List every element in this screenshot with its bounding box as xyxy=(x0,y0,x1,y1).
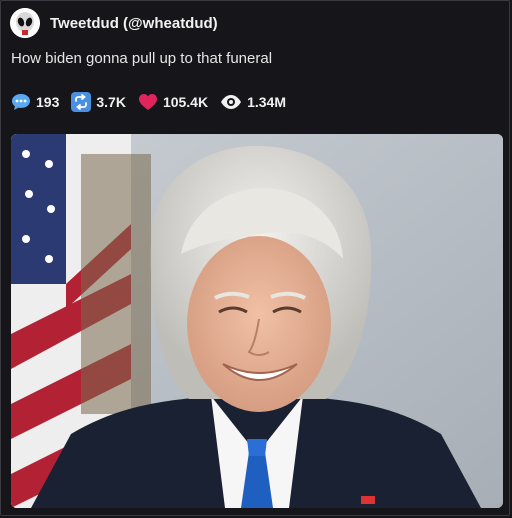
author-name[interactable]: Tweetdud (@wheatdud) xyxy=(50,15,218,32)
post-header: Tweetdud (@wheatdud) xyxy=(10,8,218,38)
stats-bar: 193 3.7K 105.4K 1.34M xyxy=(11,92,298,112)
post-image[interactable] xyxy=(11,134,503,508)
alien-avatar-icon xyxy=(10,8,40,38)
retweet-icon xyxy=(71,92,92,112)
eye-icon xyxy=(221,95,242,109)
tweet-text: How biden gonna pull up to that funeral xyxy=(11,50,273,67)
portrait-image xyxy=(11,134,503,508)
like-stat[interactable]: 105.4K xyxy=(138,93,208,111)
retweet-count: 3.7K xyxy=(96,94,126,110)
avatar[interactable] xyxy=(10,8,40,38)
view-stat[interactable]: 1.34M xyxy=(220,94,286,110)
like-count: 105.4K xyxy=(162,94,209,110)
comment-count: 193 xyxy=(36,94,60,110)
heart-icon xyxy=(138,94,157,110)
comment-stat[interactable]: 193 xyxy=(11,93,59,111)
view-count: 1.34M xyxy=(247,94,287,110)
comment-icon xyxy=(12,94,30,110)
retweet-stat[interactable]: 3.7K xyxy=(71,92,126,112)
